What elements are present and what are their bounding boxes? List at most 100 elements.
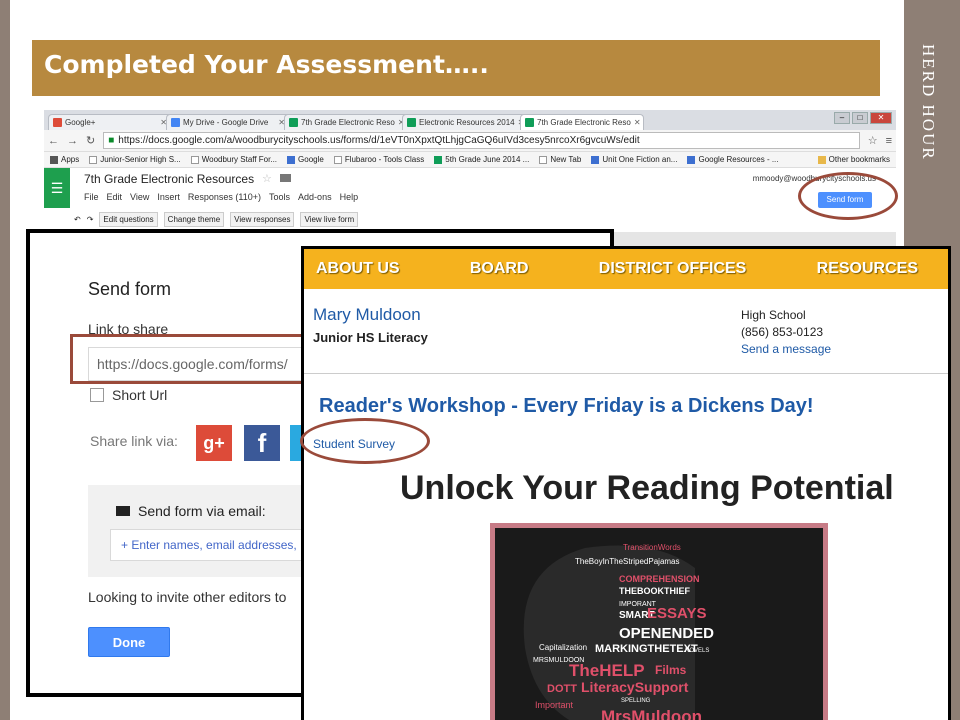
- google-plus-share-icon[interactable]: g+: [196, 425, 232, 461]
- email-placeholder: + Enter names, email addresses,: [121, 538, 297, 552]
- bookmark-label: Google: [298, 155, 324, 164]
- email-label-text: Send form via email:: [138, 503, 266, 519]
- tab-drive[interactable]: My Drive - Google Drive ✕: [166, 114, 290, 130]
- drive-icon: [171, 118, 180, 127]
- tab-label: My Drive - Google Drive: [183, 118, 269, 127]
- form-toolbar: ↶ ↷ Edit questions Change theme View res…: [74, 212, 359, 227]
- school-phone: (856) 853-0123: [741, 325, 824, 339]
- divider: [304, 373, 948, 374]
- tab-label: 7th Grade Electronic Reso: [537, 118, 631, 127]
- bookmark-item[interactable]: Junior-Senior High S...: [89, 155, 181, 164]
- tab-form-active[interactable]: 7th Grade Electronic Reso ✕: [520, 114, 644, 130]
- teacher-website: ABOUT US BOARD DISTRICT OFFICES RESOURCE…: [301, 246, 951, 720]
- window-close-icon[interactable]: ✕: [870, 112, 892, 124]
- form-title[interactable]: 7th Grade Electronic Resources: [84, 172, 254, 186]
- email-label: Send form via email:: [116, 503, 266, 519]
- bookmark-item[interactable]: New Tab: [539, 155, 581, 164]
- menu-edit[interactable]: Edit: [107, 192, 123, 202]
- bookmark-item[interactable]: Unit One Fiction an...: [591, 155, 677, 164]
- bookmark-label: Woodbury Staff For...: [201, 155, 278, 164]
- share-link-highlight: [70, 334, 306, 384]
- star-icon[interactable]: ☆: [262, 172, 272, 185]
- nav-district-offices[interactable]: DISTRICT OFFICES: [599, 260, 747, 278]
- send-message-link[interactable]: Send a message: [741, 341, 831, 358]
- view-live-form-button[interactable]: View live form: [300, 212, 359, 227]
- bookmark-label: Flubaroo - Tools Class: [344, 155, 425, 164]
- cloud-word: MARKINGTHETEXT: [595, 643, 698, 655]
- done-button[interactable]: Done: [88, 627, 170, 657]
- menu-tools[interactable]: Tools: [269, 192, 290, 202]
- maximize-icon[interactable]: □: [852, 112, 868, 124]
- tab-label: Google+: [65, 118, 96, 127]
- apps-icon: [50, 155, 58, 164]
- tab-google-plus[interactable]: Google+ ✕: [48, 114, 172, 130]
- nav-bar: ← → ↻ ■ https://docs.google.com/a/woodbu…: [44, 130, 896, 152]
- bookmark-label: Other bookmarks: [828, 155, 890, 164]
- menu-insert[interactable]: Insert: [157, 192, 180, 202]
- short-url-option[interactable]: Short Url: [90, 387, 167, 403]
- word-cloud-canvas: TransitionWords TheBoyInTheStripedPajama…: [495, 528, 823, 720]
- bookmark-item[interactable]: Google Resources - ...: [687, 155, 779, 164]
- invite-editors-text: Looking to invite other editors to: [88, 589, 287, 605]
- menu-help[interactable]: Help: [340, 192, 359, 202]
- bookmarks-bar: Apps Junior-Senior High S... Woodbury St…: [44, 152, 896, 168]
- url-text: https://docs.google.com/a/woodburycitysc…: [118, 135, 640, 146]
- share-label: Share link via:: [90, 433, 178, 449]
- change-theme-button[interactable]: Change theme: [163, 212, 225, 227]
- forward-icon[interactable]: →: [67, 135, 78, 147]
- undo-icon[interactable]: ↶: [74, 215, 81, 224]
- reload-icon[interactable]: ↻: [86, 134, 95, 147]
- tab-form-1[interactable]: 7th Grade Electronic Reso ✕: [284, 114, 408, 130]
- nav-board[interactable]: BOARD: [470, 260, 529, 278]
- bookmark-item[interactable]: Google: [287, 155, 324, 164]
- cloud-word: Important: [535, 700, 574, 710]
- short-url-checkbox[interactable]: [90, 388, 104, 402]
- menu-file[interactable]: File: [84, 192, 99, 202]
- menu-addons[interactable]: Add-ons: [298, 192, 332, 202]
- sheets-icon: [434, 155, 443, 164]
- bookmark-label: Apps: [61, 155, 80, 164]
- sheets-icon: [407, 118, 416, 127]
- cloud-word: ESSAYS: [647, 605, 706, 622]
- bookmark-label: Google Resources - ...: [698, 155, 779, 164]
- word-cloud-svg: TransitionWords TheBoyInTheStripedPajama…: [523, 543, 714, 720]
- close-icon[interactable]: ✕: [634, 118, 641, 127]
- cloud-word: LiteracySupport: [581, 679, 689, 695]
- view-responses-button[interactable]: View responses: [230, 212, 295, 227]
- bookmark-label: Junior-Senior High S...: [100, 155, 181, 164]
- cloud-word: Capitalization: [539, 643, 587, 652]
- teacher-name[interactable]: Mary Muldoon: [313, 305, 421, 325]
- nav-about-us[interactable]: ABOUT US: [316, 260, 400, 278]
- forms-icon: [289, 118, 298, 127]
- bookmark-other[interactable]: Other bookmarks: [817, 155, 890, 164]
- cloud-word: THEBOOKTHIEF: [619, 586, 691, 596]
- bookmark-item[interactable]: 5th Grade June 2014 ...: [434, 155, 529, 164]
- google-plus-icon: [53, 118, 62, 127]
- menu-responses[interactable]: Responses (110+): [188, 192, 261, 202]
- bookmark-label: 5th Grade June 2014 ...: [445, 155, 530, 164]
- short-url-label: Short Url: [112, 387, 168, 403]
- forms-icon: [525, 118, 534, 127]
- menu-view[interactable]: View: [130, 192, 149, 202]
- minimize-icon[interactable]: –: [834, 112, 850, 124]
- bookmark-item[interactable]: Flubaroo - Tools Class: [333, 155, 425, 164]
- star-icon[interactable]: ☆: [868, 134, 878, 147]
- site-nav: ABOUT US BOARD DISTRICT OFFICES RESOURCE…: [304, 249, 948, 289]
- docs-icon: [687, 155, 696, 164]
- bookmark-apps[interactable]: Apps: [50, 155, 79, 164]
- bookmark-item[interactable]: Woodbury Staff For...: [190, 155, 278, 164]
- lock-icon: ■: [108, 135, 115, 146]
- cloud-word: SPELLING: [621, 698, 651, 704]
- folder-icon[interactable]: [280, 174, 291, 182]
- facebook-share-icon[interactable]: f: [244, 425, 280, 461]
- nav-resources[interactable]: RESOURCES: [817, 260, 918, 278]
- unlock-heading: Unlock Your Reading Potential: [400, 469, 894, 507]
- tab-sheet[interactable]: Electronic Resources 2014 ✕: [402, 114, 526, 130]
- redo-icon[interactable]: ↷: [87, 215, 94, 224]
- menu-icon[interactable]: ≡: [886, 135, 892, 147]
- forms-menu-icon[interactable]: ☰: [44, 168, 70, 208]
- cloud-word: DOTT: [547, 683, 577, 695]
- address-bar[interactable]: ■ https://docs.google.com/a/woodburycity…: [103, 132, 860, 149]
- back-icon[interactable]: ←: [48, 135, 59, 147]
- edit-questions-button[interactable]: Edit questions: [99, 212, 158, 227]
